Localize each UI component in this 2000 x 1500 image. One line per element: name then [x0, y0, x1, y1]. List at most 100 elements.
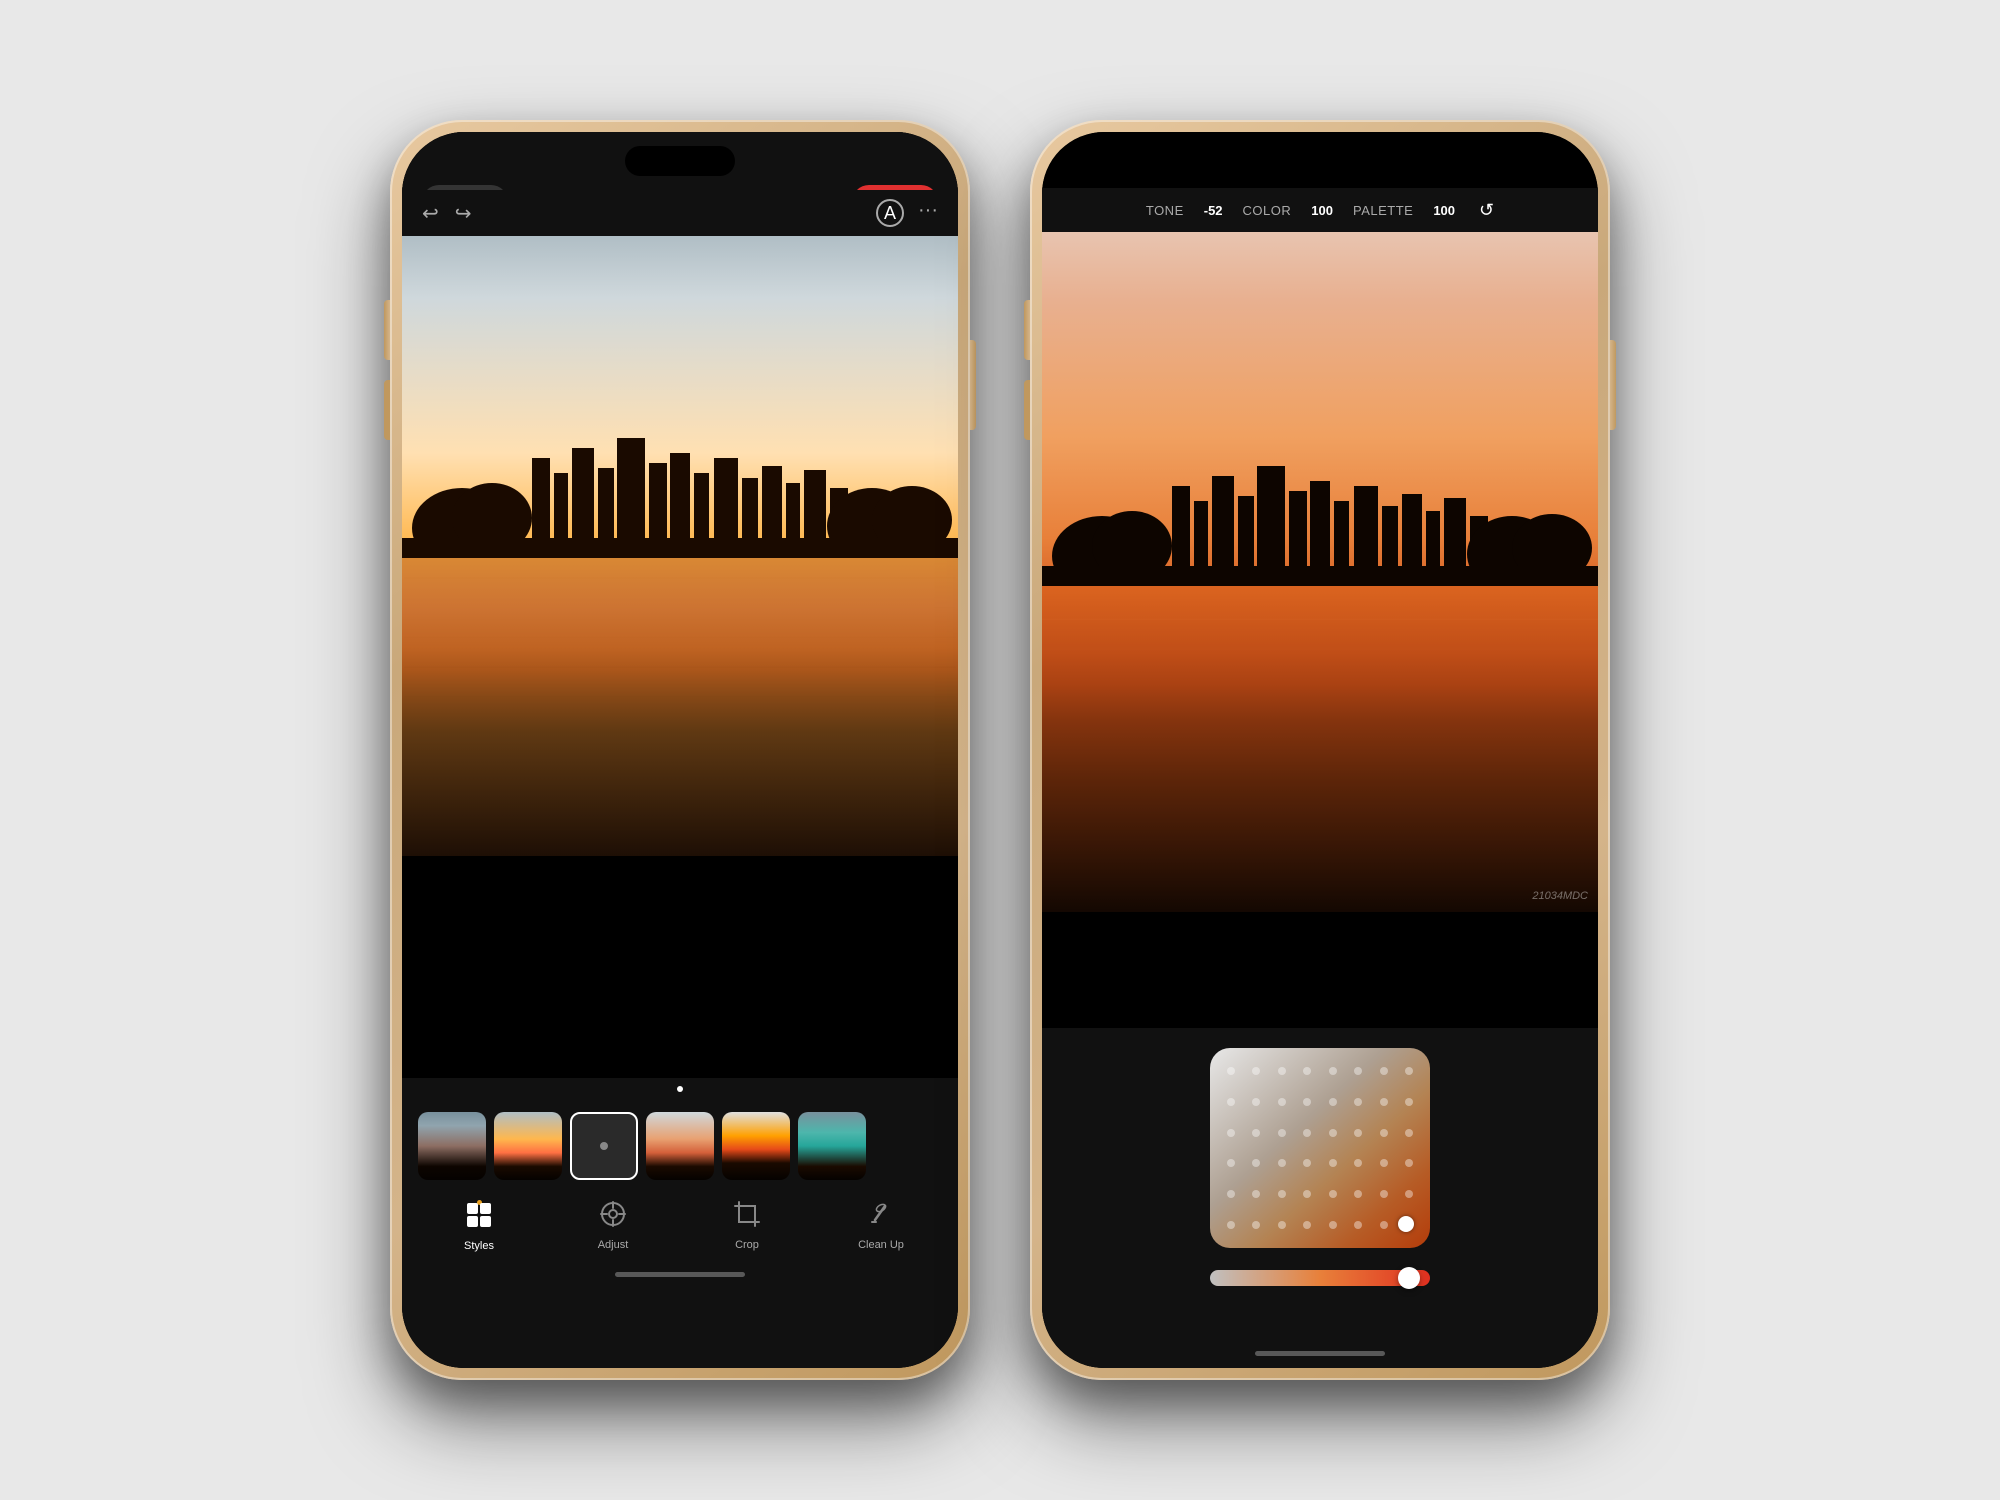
- redo-icon[interactable]: ↪: [455, 201, 472, 226]
- crop-label: Crop: [735, 1239, 759, 1251]
- nav-item-cleanup[interactable]: Clean Up: [846, 1200, 916, 1251]
- palette-dot: [1278, 1159, 1286, 1167]
- palette-dot: [1227, 1159, 1235, 1167]
- palette-dot: [1252, 1159, 1260, 1167]
- crop-icon: [733, 1200, 761, 1235]
- palette-dot: [1380, 1190, 1388, 1198]
- palette-dot: [1405, 1190, 1413, 1198]
- palette-dot: [1303, 1159, 1311, 1167]
- home-indicator-1: [615, 1272, 745, 1277]
- style-strip: [402, 1098, 958, 1190]
- page-indicator-dot: [677, 1086, 683, 1092]
- palette-dot: [1303, 1098, 1311, 1106]
- palette-dot: [1227, 1129, 1235, 1137]
- toolbar-row: ↩ ↪ A ···: [402, 190, 958, 236]
- water-reflection-2: [1042, 586, 1598, 912]
- nav-item-styles[interactable]: Styles: [444, 1200, 514, 1252]
- palette-dot: [1354, 1221, 1362, 1229]
- nav-item-adjust[interactable]: Adjust: [578, 1200, 648, 1251]
- palette-handle[interactable]: [1398, 1216, 1414, 1232]
- palette-dot: [1227, 1098, 1235, 1106]
- palette-dot: [1278, 1221, 1286, 1229]
- palette-grid[interactable]: [1210, 1048, 1430, 1248]
- dynamic-island-2: [1265, 146, 1375, 176]
- palette-dot: [1278, 1129, 1286, 1137]
- nav-item-crop[interactable]: Crop: [712, 1200, 782, 1251]
- auto-enhance-icon[interactable]: A: [876, 199, 904, 227]
- color-label: COLOR: [1243, 203, 1292, 218]
- phone-2: TONE -52 COLOR 100 PALETTE 100 ↺: [1030, 120, 1610, 1380]
- palette-dot: [1354, 1098, 1362, 1106]
- color-slider[interactable]: [1210, 1264, 1430, 1292]
- tone-label: TONE: [1146, 203, 1184, 218]
- phone-1-screen: Cancel STYLES Revert ↩ ↪ A ···: [402, 132, 958, 1368]
- style-thumb-selected[interactable]: [570, 1112, 638, 1180]
- palette-dot: [1329, 1129, 1337, 1137]
- palette-dot: [1405, 1129, 1413, 1137]
- styles-label: Styles: [464, 1240, 494, 1252]
- reset-button[interactable]: ↺: [1479, 200, 1494, 221]
- adjust-icon: [599, 1200, 627, 1235]
- palette-dot: [1354, 1159, 1362, 1167]
- palette-dot: [1329, 1221, 1337, 1229]
- city-silhouette: [402, 438, 958, 558]
- palette-dot: [1405, 1159, 1413, 1167]
- color-slider-thumb[interactable]: [1398, 1267, 1420, 1289]
- palette-dot: [1278, 1098, 1286, 1106]
- style-thumb-normal[interactable]: [494, 1112, 562, 1180]
- toolbar-icons-right: A ···: [876, 199, 938, 227]
- palette-dot: [1278, 1190, 1286, 1198]
- toolbar-icons-left: ↩ ↪: [422, 201, 472, 226]
- phones-container: Cancel STYLES Revert ↩ ↪ A ···: [390, 120, 1610, 1380]
- style-thumb-warm[interactable]: [646, 1112, 714, 1180]
- palette-dot: [1227, 1067, 1235, 1075]
- cleanup-icon: [867, 1200, 895, 1235]
- color-value: 100: [1311, 203, 1333, 218]
- cleanup-label: Clean Up: [858, 1239, 904, 1251]
- dynamic-island-1: [625, 146, 735, 176]
- palette-dot: [1252, 1221, 1260, 1229]
- watermark: 21034MDC: [1532, 890, 1588, 902]
- palette-dot: [1380, 1098, 1388, 1106]
- palette-dot: [1252, 1129, 1260, 1137]
- sunset-photo-1: [402, 236, 958, 856]
- palette-dot: [1354, 1129, 1362, 1137]
- undo-icon[interactable]: ↩: [422, 201, 439, 226]
- screen-1: Cancel STYLES Revert ↩ ↪ A ···: [402, 132, 958, 1368]
- palette-dot: [1227, 1221, 1235, 1229]
- styles-icon: [465, 1201, 493, 1236]
- palette-dot: [1329, 1159, 1337, 1167]
- palette-dot: [1303, 1067, 1311, 1075]
- home-indicator-2: [1255, 1351, 1385, 1356]
- more-options-icon[interactable]: ···: [918, 199, 938, 227]
- city-silhouette-2: [1042, 466, 1598, 586]
- style-thumb-dark[interactable]: [418, 1112, 486, 1180]
- palette-dot: [1303, 1190, 1311, 1198]
- palette-dot: [1252, 1067, 1260, 1075]
- palette-dot: [1405, 1098, 1413, 1106]
- palette-dot: [1329, 1067, 1337, 1075]
- palette-dot: [1380, 1129, 1388, 1137]
- palette-label: PALETTE: [1353, 203, 1413, 218]
- palette-dot: [1380, 1159, 1388, 1167]
- palette-dot: [1329, 1098, 1337, 1106]
- palette-dot: [1354, 1190, 1362, 1198]
- style-thumb-cool[interactable]: [798, 1112, 866, 1180]
- adjust-label: Adjust: [598, 1239, 629, 1251]
- phone2-header: TONE -52 COLOR 100 PALETTE 100 ↺: [1042, 188, 1598, 232]
- style-thumb-vivid[interactable]: [722, 1112, 790, 1180]
- water-reflection: [402, 558, 958, 856]
- palette-dot: [1278, 1067, 1286, 1075]
- palette-dots-grid: [1210, 1048, 1430, 1248]
- color-slider-track: [1210, 1270, 1430, 1286]
- palette-dot: [1380, 1067, 1388, 1075]
- palette-dot: [1329, 1190, 1337, 1198]
- palette-dot: [1303, 1129, 1311, 1137]
- screen-2: TONE -52 COLOR 100 PALETTE 100 ↺: [1042, 132, 1598, 1368]
- bottom-nav: Styles: [402, 1190, 958, 1272]
- palette-dot: [1303, 1221, 1311, 1229]
- palette-dot: [1252, 1190, 1260, 1198]
- phone-1: Cancel STYLES Revert ↩ ↪ A ···: [390, 120, 970, 1380]
- photo-area-2: 21034MDC: [1042, 232, 1598, 912]
- sunset-photo-2: 21034MDC: [1042, 232, 1598, 912]
